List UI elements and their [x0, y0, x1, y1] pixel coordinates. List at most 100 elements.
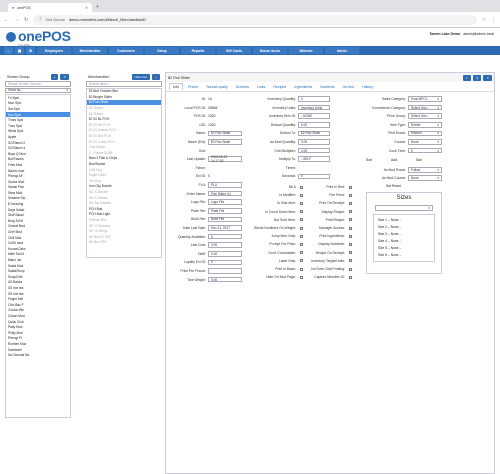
- reload-icon[interactable]: ↻: [24, 17, 28, 23]
- menu-setup[interactable]: Setup: [145, 47, 179, 54]
- home-icon[interactable]: ⌂: [4, 47, 13, 54]
- field-value[interactable]: $2 Fish Slider: [208, 130, 242, 137]
- field-value[interactable]: 0: [208, 259, 242, 266]
- tab-history[interactable]: History: [359, 84, 376, 90]
- grid-icon[interactable]: ▦: [15, 47, 24, 54]
- menu-gift-cards[interactable]: Gift Cards: [217, 47, 251, 54]
- field-value[interactable]: 0.00: [298, 147, 330, 154]
- sizes-select[interactable]: ▾: [375, 205, 433, 211]
- field-value[interactable]: [208, 268, 242, 274]
- field-value[interactable]: 0: [298, 96, 330, 102]
- add-group-button[interactable]: +: [50, 73, 59, 80]
- edit-group-button[interactable]: ✎: [60, 73, 69, 80]
- new-tab-icon[interactable]: +: [96, 4, 99, 10]
- form-row: Name: $2 Fish Slider: [166, 130, 242, 137]
- field-value[interactable]: 0: [298, 173, 330, 180]
- checkbox[interactable]: [349, 210, 352, 214]
- tab-prices[interactable]: Prices: [185, 84, 201, 90]
- menu-employees[interactable]: Employees: [37, 47, 71, 54]
- field-value[interactable]: PLU: [208, 182, 242, 188]
- field-value[interactable]: 0.00: [298, 122, 330, 128]
- field-select[interactable]: Follow ▾: [408, 167, 442, 173]
- checkbox[interactable]: [349, 259, 352, 263]
- address-bar[interactable]: ⓘ Not Secure demo.onemetrix.com/#Merch_M…: [33, 14, 477, 25]
- size-row[interactable]: Size 1 -- None --: [376, 217, 432, 224]
- field-value[interactable]: Plate File: [208, 208, 242, 214]
- field-label: Prompt For Price:: [269, 242, 296, 247]
- field-value[interactable]: --NONE: [298, 113, 330, 119]
- forward-icon[interactable]: →: [14, 17, 19, 23]
- form-row: Deduct To: $2 Fish Slider: [248, 130, 330, 137]
- menu-icon[interactable]: ⋮: [491, 17, 496, 23]
- field-select[interactable]: Kitchen ▾: [408, 130, 442, 137]
- field-select[interactable]: None ▾: [408, 175, 442, 181]
- field-value[interactable]: Build File: [208, 216, 242, 223]
- field-select[interactable]: Select One... ▾: [408, 113, 442, 119]
- checkbox[interactable]: [349, 185, 352, 189]
- merchandise-item[interactable]: SE Bud PAF: [87, 240, 161, 246]
- tab-on-line[interactable]: On-line: [340, 84, 358, 90]
- field-value[interactable]: 0.00: [208, 242, 242, 248]
- screen-group-item[interactable]: Sw Sounds Mo: [6, 352, 70, 358]
- checkbox[interactable]: [349, 226, 352, 230]
- menu-widuser[interactable]: Widuser: [289, 47, 323, 54]
- checkbox[interactable]: [349, 251, 352, 255]
- field-select[interactable]: Select One... ▾: [408, 104, 442, 111]
- field-value[interactable]: 2018-06-13 14:17:03: [208, 155, 242, 163]
- field-value[interactable]: --SELF: [298, 156, 330, 162]
- size-row[interactable]: Size 2 -- None --: [376, 224, 432, 231]
- menu-admin[interactable]: Admin: [325, 47, 359, 54]
- hide-inactive-button[interactable]: Hide Inac: [131, 73, 151, 80]
- size-row[interactable]: Size 4 -- None --: [376, 238, 432, 245]
- field-value[interactable]: 0.00: [298, 139, 330, 145]
- save-icon[interactable]: ✓: [462, 74, 472, 81]
- size-row[interactable]: Size 6 -- None --: [376, 252, 432, 259]
- back-icon[interactable]: ←: [4, 17, 9, 23]
- close-icon[interactable]: ✕: [483, 74, 492, 81]
- field-value[interactable]: $2 Fish Slider: [298, 130, 330, 137]
- tab-nutrients[interactable]: Nutrients: [317, 84, 337, 90]
- screen-group-search[interactable]: Search Screen Groups...: [5, 81, 71, 87]
- checkbox[interactable]: [349, 267, 352, 271]
- field-value[interactable]: 0.00: [208, 251, 242, 257]
- checkbox[interactable]: [349, 218, 352, 222]
- show-by-select[interactable]: Show by... ▾: [5, 87, 71, 93]
- tab-screens[interactable]: Screens: [233, 84, 252, 90]
- size-row[interactable]: Size 3 -- None --: [376, 231, 432, 238]
- field-select[interactable]: None ▾: [408, 139, 442, 145]
- tab-ingredients[interactable]: Ingredients: [291, 84, 315, 90]
- field-value[interactable]: $2 Fish Slider: [208, 139, 242, 145]
- field-value[interactable]: Logo File: [208, 199, 242, 205]
- field-value[interactable]: 0: [208, 233, 242, 240]
- tab-recipes[interactable]: Recipes: [270, 84, 289, 90]
- close-tab-icon[interactable]: ✕: [85, 6, 88, 10]
- field-value[interactable]: Inventory Units: [298, 104, 330, 111]
- bookmark-icon[interactable]: ☆: [482, 17, 486, 23]
- menu-reports[interactable]: Reports: [181, 47, 215, 54]
- size-row[interactable]: Size 5 -- None --: [376, 245, 432, 252]
- gear-icon[interactable]: ⚙: [26, 47, 35, 54]
- tab-taxes-loyalty[interactable]: Taxes/Loyalty: [203, 84, 231, 90]
- menu-customers[interactable]: Customers: [109, 47, 143, 54]
- field-value[interactable]: 0.00: [208, 276, 242, 283]
- field-value[interactable]: Fish Slider (1): [208, 190, 242, 197]
- tab-info[interactable]: Info: [169, 83, 183, 90]
- checkbox[interactable]: [349, 193, 352, 197]
- form-row: Tare Weight: 0.00: [166, 276, 242, 283]
- checkbox[interactable]: [349, 201, 352, 205]
- menu-merchandise[interactable]: Merchandise: [73, 47, 107, 54]
- checkbox[interactable]: [349, 234, 352, 238]
- add-item-button[interactable]: +: [152, 73, 160, 80]
- chevron-down-icon: ▾: [437, 97, 439, 101]
- merch-search-input[interactable]: Search items...: [86, 81, 162, 87]
- tab-links[interactable]: Links: [254, 84, 268, 90]
- checkbox[interactable]: [349, 242, 352, 246]
- field-select[interactable]: 0 ▾: [408, 147, 442, 154]
- checkbox[interactable]: [349, 275, 352, 279]
- menu-house-accts[interactable]: House Accts: [253, 47, 287, 54]
- copy-icon[interactable]: ⎘: [473, 74, 482, 81]
- browser-tab[interactable]: ● onePOS ✕: [8, 3, 92, 12]
- field-select[interactable]: Entrée ▾: [408, 122, 442, 128]
- field-value[interactable]: Dec 24, 2017: [208, 225, 242, 231]
- field-select[interactable]: Food BPCL ▾: [408, 96, 442, 102]
